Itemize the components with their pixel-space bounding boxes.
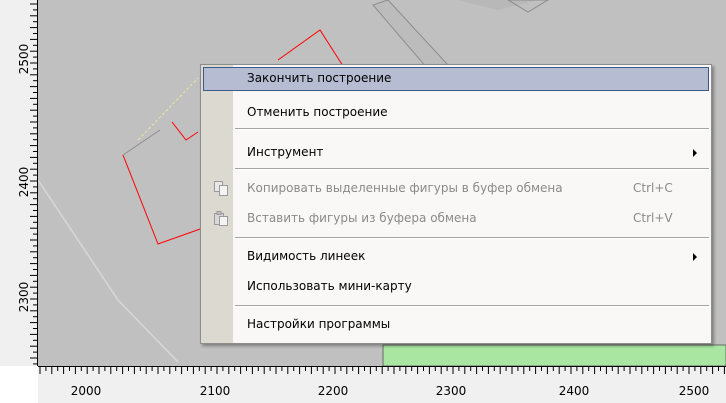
menu-item-ruler-visibility[interactable]: Видимость линеек xyxy=(203,245,709,269)
menu-item-paste-shapes[interactable]: Вставить фигуры из буфера обмена Ctrl+V xyxy=(203,207,709,231)
menu-item-shortcut: Ctrl+C xyxy=(633,181,673,195)
menu-separator xyxy=(235,168,709,170)
horizontal-ruler: 2000 2100 2200 2300 2400 2500 xyxy=(38,366,726,403)
horizontal-ruler-label: 2200 xyxy=(317,384,349,398)
horizontal-ruler-label: 2500 xyxy=(678,384,710,398)
vertical-ruler-label: 2300 xyxy=(17,281,31,313)
menu-item-copy-shapes[interactable]: Копировать выделенные фигуры в буфер обм… xyxy=(203,177,709,201)
horizontal-ruler-label: 2100 xyxy=(199,384,231,398)
menu-item-finish-construction[interactable]: Закончить построение xyxy=(203,67,709,91)
menu-item-program-settings[interactable]: Настройки программы xyxy=(203,313,709,337)
submenu-arrow-icon xyxy=(693,253,697,261)
menu-item-cancel-construction[interactable]: Отменить построение xyxy=(203,101,709,125)
horizontal-ruler-label: 2300 xyxy=(435,384,467,398)
menu-item-shortcut: Ctrl+V xyxy=(633,211,673,225)
paste-icon xyxy=(214,211,228,226)
horizontal-ruler-label: 2400 xyxy=(558,384,590,398)
menu-separator xyxy=(235,128,709,130)
context-menu: Закончить построение Отменить построение… xyxy=(200,64,712,344)
submenu-arrow-icon xyxy=(693,149,697,157)
menu-separator xyxy=(235,237,709,239)
menu-separator xyxy=(235,305,709,307)
menu-item-label: Отменить построение xyxy=(247,105,388,119)
menu-item-tool[interactable]: Инструмент xyxy=(203,141,709,165)
menu-item-label: Вставить фигуры из буфера обмена xyxy=(247,211,477,225)
menu-item-use-minimap[interactable]: Использовать мини-карту xyxy=(203,275,709,299)
vertical-ruler-label: 2400 xyxy=(17,166,31,198)
copy-icon xyxy=(214,181,228,196)
horizontal-ruler-ticks xyxy=(38,366,726,374)
horizontal-ruler-label: 2000 xyxy=(70,384,102,398)
menu-item-label: Видимость линеек xyxy=(247,249,366,263)
menu-item-label: Закончить построение xyxy=(247,71,392,85)
vertical-ruler-label: 2500 xyxy=(17,43,31,75)
vertical-ruler: 2500 2400 2300 xyxy=(0,0,38,366)
menu-item-label: Копировать выделенные фигуры в буфер обм… xyxy=(247,181,563,195)
menu-item-label: Настройки программы xyxy=(247,317,391,331)
menu-item-label: Использовать мини-карту xyxy=(247,279,412,293)
menu-item-label: Инструмент xyxy=(247,145,324,159)
